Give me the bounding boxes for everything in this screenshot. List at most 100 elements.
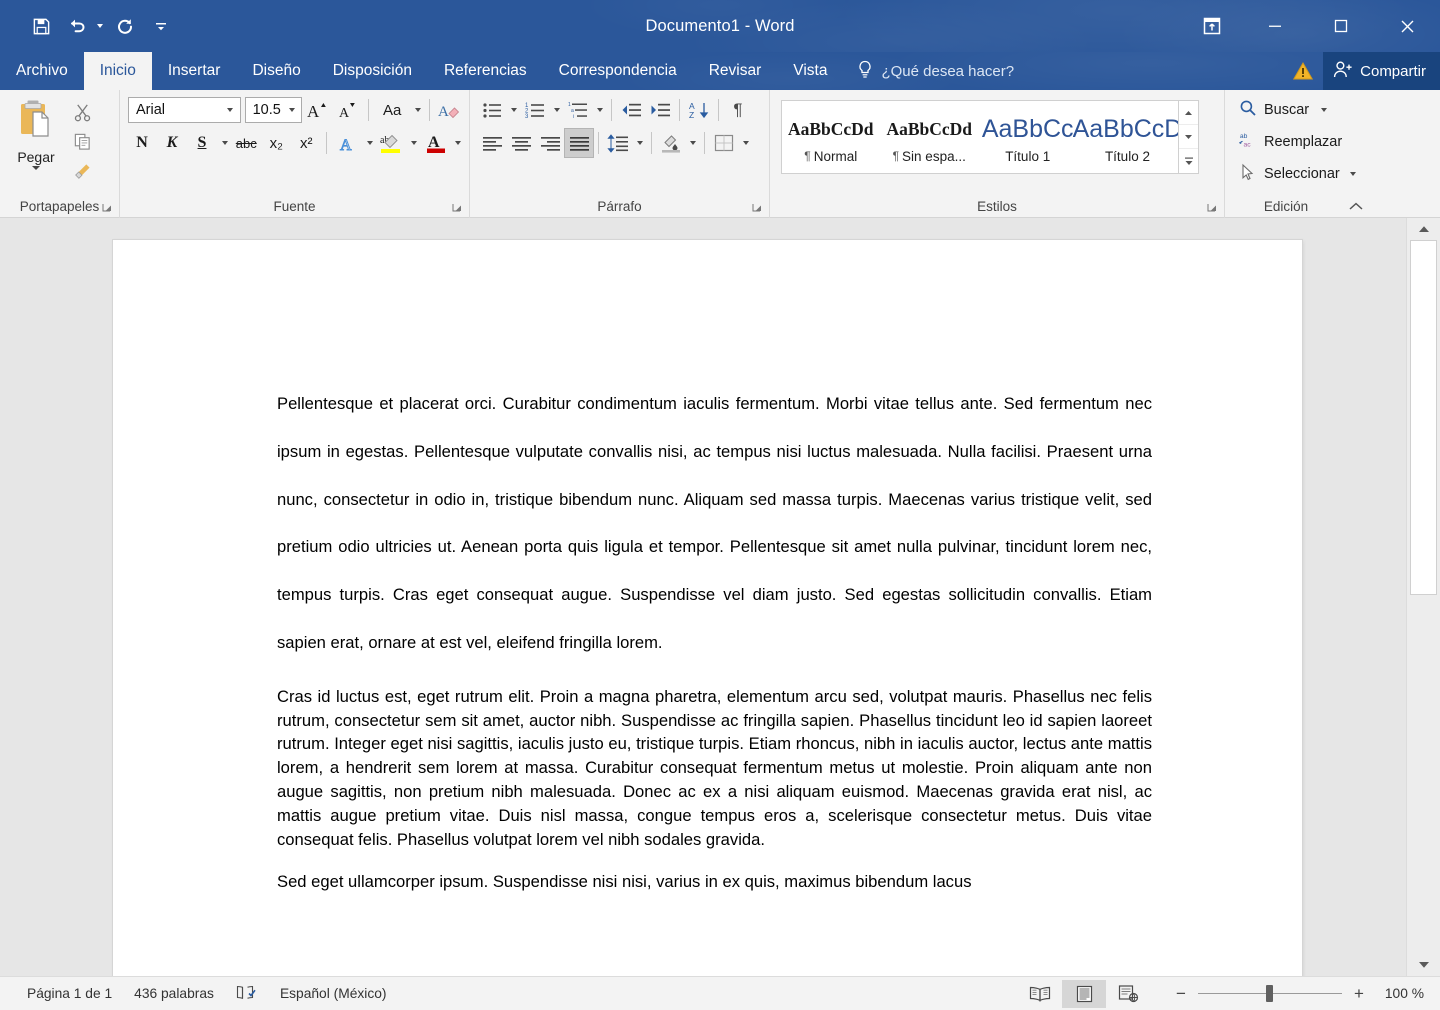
- zoom-level[interactable]: 100 %: [1384, 986, 1432, 1001]
- line-spacing-icon[interactable]: [604, 129, 632, 157]
- subscript-button[interactable]: x₂: [262, 129, 290, 157]
- cut-icon[interactable]: [67, 99, 97, 126]
- close-icon[interactable]: [1374, 0, 1440, 52]
- collapse-ribbon-icon[interactable]: [1345, 196, 1367, 216]
- redo-icon[interactable]: [108, 9, 142, 43]
- undo-icon[interactable]: [60, 9, 94, 43]
- italic-button[interactable]: K: [158, 129, 186, 157]
- view-print-layout-icon[interactable]: [1062, 979, 1106, 1008]
- tab-disposicion[interactable]: Disposición: [317, 52, 428, 90]
- text-effects-dropdown-icon[interactable]: [363, 129, 375, 157]
- bold-button[interactable]: N: [128, 129, 156, 157]
- replace-button[interactable]: ab ac Reemplazar: [1235, 127, 1346, 157]
- copy-icon[interactable]: [67, 128, 97, 155]
- zoom-in-button[interactable]: +: [1346, 981, 1372, 1007]
- text-effects-icon[interactable]: A: [333, 129, 361, 157]
- document-scroll-wrapper[interactable]: Pellentesque et placerat orci. Curabitur…: [0, 218, 1406, 976]
- font-family-dropdown-icon[interactable]: [222, 108, 238, 112]
- tab-diseno[interactable]: Diseño: [236, 52, 316, 90]
- increase-indent-icon[interactable]: [646, 96, 674, 124]
- word-count[interactable]: 436 palabras: [123, 980, 225, 1008]
- font-dialog-launcher-icon[interactable]: [451, 202, 464, 215]
- align-right-button[interactable]: [536, 129, 564, 157]
- change-case-dropdown-icon[interactable]: [411, 96, 423, 124]
- font-size-dropdown-icon[interactable]: [283, 108, 299, 112]
- scrollbar-thumb[interactable]: [1410, 240, 1437, 595]
- tab-revisar[interactable]: Revisar: [693, 52, 778, 90]
- tell-me-input[interactable]: [881, 62, 1127, 80]
- tab-referencias[interactable]: Referencias: [428, 52, 543, 90]
- underline-dropdown-icon[interactable]: [218, 129, 230, 157]
- view-read-mode-icon[interactable]: [1018, 980, 1062, 1008]
- zoom-slider[interactable]: [1196, 981, 1344, 1007]
- decrease-indent-icon[interactable]: [617, 96, 645, 124]
- format-painter-icon[interactable]: [67, 157, 97, 184]
- numbering-icon[interactable]: 1 2 3: [521, 96, 549, 124]
- language-indicator[interactable]: Español (México): [269, 980, 398, 1008]
- line-spacing-dropdown-icon[interactable]: [633, 129, 646, 157]
- document-content[interactable]: Pellentesque et placerat orci. Curabitur…: [277, 380, 1152, 912]
- multilevel-list-icon[interactable]: 1 a i: [564, 96, 592, 124]
- customize-icon[interactable]: [144, 9, 178, 43]
- change-case-icon[interactable]: Aa: [375, 96, 409, 124]
- strikethrough-button[interactable]: abc: [232, 129, 260, 157]
- styles-scroll-down-icon[interactable]: [1179, 125, 1198, 149]
- style-titulo-1[interactable]: AaBbCc Título 1: [979, 101, 1077, 173]
- highlight-dropdown-icon[interactable]: [407, 129, 419, 157]
- font-color-icon[interactable]: A: [422, 129, 450, 157]
- style-normal[interactable]: AaBbCcDd ¶ Normal: [782, 101, 880, 173]
- sort-icon[interactable]: A Z: [685, 96, 713, 124]
- select-button[interactable]: Seleccionar: [1235, 159, 1360, 189]
- find-dropdown-icon[interactable]: [1321, 108, 1328, 112]
- highlight-icon[interactable]: ab: [377, 129, 405, 157]
- superscript-button[interactable]: x²: [292, 129, 320, 157]
- save-icon[interactable]: [24, 9, 58, 43]
- styles-dialog-launcher-icon[interactable]: [1206, 202, 1219, 215]
- styles-more-icon[interactable]: [1179, 149, 1198, 173]
- scroll-down-icon[interactable]: [1407, 954, 1440, 976]
- align-left-button[interactable]: [478, 129, 506, 157]
- minimize-icon[interactable]: [1242, 0, 1308, 52]
- zoom-out-button[interactable]: −: [1168, 981, 1194, 1007]
- tell-me-box[interactable]: [843, 52, 1143, 90]
- bullets-icon[interactable]: [478, 96, 506, 124]
- shrink-font-icon[interactable]: A: [334, 96, 362, 124]
- ribbon-display-options-icon[interactable]: [1184, 0, 1240, 52]
- font-family-combo[interactable]: Arial: [128, 97, 241, 123]
- bullets-dropdown-icon[interactable]: [507, 96, 520, 124]
- paragraph-dialog-launcher-icon[interactable]: [751, 202, 764, 215]
- scrollbar-track[interactable]: [1407, 240, 1440, 954]
- borders-icon[interactable]: [710, 129, 738, 157]
- shading-dropdown-icon[interactable]: [686, 129, 699, 157]
- justify-button[interactable]: [564, 128, 594, 158]
- font-size-combo[interactable]: 10.5: [244, 97, 303, 123]
- tab-vista[interactable]: Vista: [777, 52, 843, 90]
- shading-icon[interactable]: [657, 129, 685, 157]
- select-dropdown-icon[interactable]: [1349, 172, 1356, 176]
- styles-scroll-up-icon[interactable]: [1179, 101, 1198, 125]
- style-sin-espaciado[interactable]: AaBbCcDd ¶ Sin espa...: [880, 101, 978, 173]
- font-color-dropdown-icon[interactable]: [452, 129, 464, 157]
- proofing-status[interactable]: [225, 980, 269, 1008]
- vertical-scrollbar[interactable]: [1406, 218, 1440, 976]
- multilevel-dropdown-icon[interactable]: [593, 96, 606, 124]
- page-indicator[interactable]: Página 1 de 1: [16, 980, 123, 1008]
- borders-dropdown-icon[interactable]: [739, 129, 752, 157]
- undo-dropdown-icon[interactable]: [93, 9, 106, 43]
- show-formatting-marks-icon[interactable]: ¶: [724, 96, 752, 124]
- tab-inicio[interactable]: Inicio: [83, 52, 152, 90]
- underline-button[interactable]: S: [188, 129, 216, 157]
- tab-correspondencia[interactable]: Correspondencia: [543, 52, 693, 90]
- tab-insertar[interactable]: Insertar: [152, 52, 237, 90]
- align-center-button[interactable]: [507, 129, 535, 157]
- grow-font-icon[interactable]: A: [304, 96, 332, 124]
- maximize-icon[interactable]: [1308, 0, 1374, 52]
- share-button[interactable]: Compartir: [1323, 52, 1440, 90]
- document-page[interactable]: Pellentesque et placerat orci. Curabitur…: [113, 240, 1302, 976]
- scroll-up-icon[interactable]: [1407, 218, 1440, 240]
- warning-icon[interactable]: [1283, 52, 1323, 90]
- paste-dropdown-icon[interactable]: [32, 166, 40, 170]
- find-button[interactable]: Buscar: [1235, 95, 1331, 125]
- zoom-slider-handle[interactable]: [1266, 985, 1273, 1002]
- tab-archivo[interactable]: Archivo: [0, 52, 84, 90]
